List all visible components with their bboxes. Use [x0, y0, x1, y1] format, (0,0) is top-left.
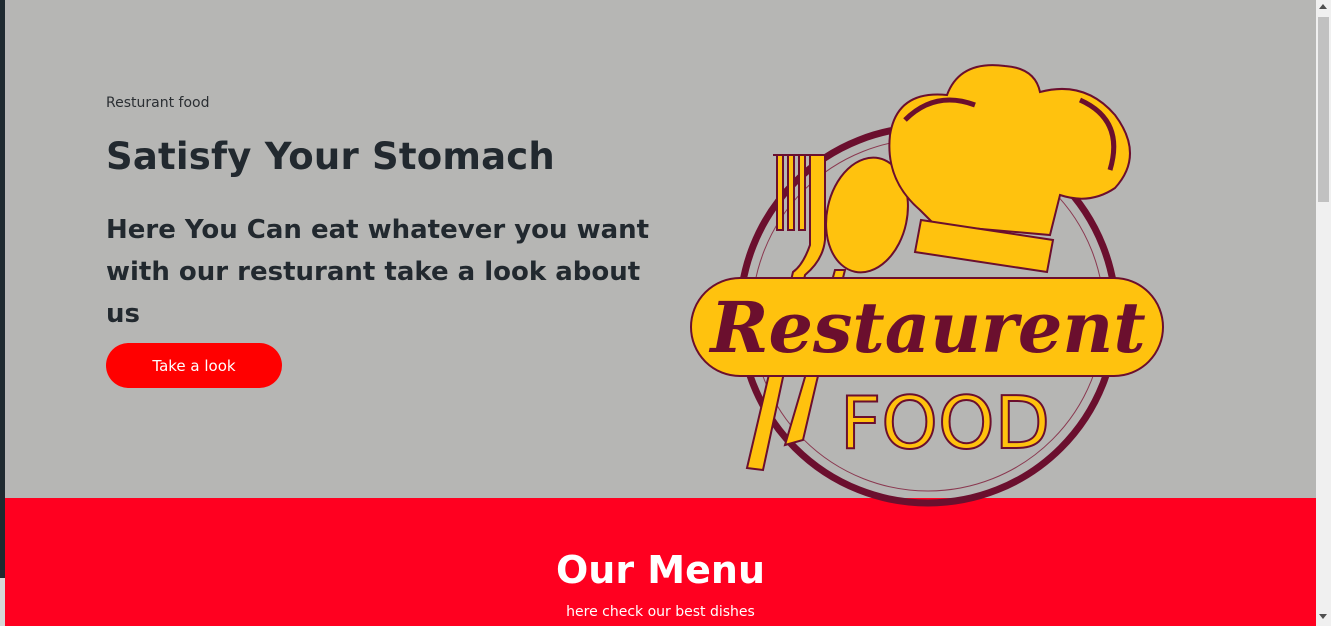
vertical-scrollbar[interactable]: [1316, 0, 1331, 626]
scroll-up-button[interactable]: [1316, 0, 1331, 14]
menu-title: Our Menu: [555, 548, 766, 592]
hero-eyebrow: Resturant food: [106, 95, 210, 111]
hero-title: Satisfy Your Stomach: [106, 135, 555, 178]
logo-banner-text: Restaurent: [708, 286, 1145, 369]
arrow-up-icon: [1319, 4, 1327, 9]
scroll-down-button[interactable]: [1316, 610, 1331, 624]
scrollbar-thumb[interactable]: [1318, 17, 1329, 202]
hero-subtitle: Here You Can eat whatever you want with …: [106, 215, 650, 329]
logo-banner: Restaurent: [690, 277, 1164, 377]
chef-hat-icon: [888, 64, 1131, 274]
take-a-look-button[interactable]: Take a look: [106, 343, 282, 388]
restaurant-food-logo: Restaurent FOOD: [685, 60, 1170, 520]
arrow-down-icon: [1319, 614, 1327, 619]
menu-subtitle: here check our best dishes: [566, 604, 755, 620]
logo-food-text: FOOD: [840, 381, 1050, 465]
